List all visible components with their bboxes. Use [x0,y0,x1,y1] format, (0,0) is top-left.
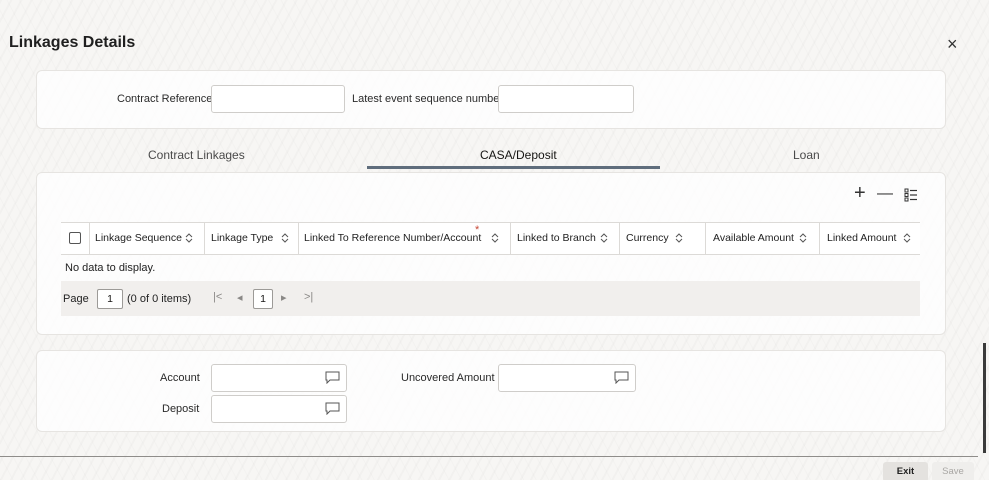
col-available-amount[interactable]: Available Amount [713,223,794,254]
column-separator [705,223,706,254]
latest-event-seq-label: Latest event sequence number [352,93,504,105]
items-count: (0 of 0 items) [127,293,192,305]
deposit-field[interactable] [211,395,347,423]
first-page-icon[interactable]: |< [213,291,222,303]
lov-icon[interactable] [325,402,340,415]
column-separator [510,223,511,254]
latest-event-seq-field[interactable] [498,85,634,113]
remove-row-icon[interactable]: — [877,184,893,204]
sort-icon[interactable] [903,233,911,243]
contract-reference-label: Contract Reference [117,93,213,105]
required-marker: * [475,224,480,236]
account-field[interactable] [211,364,347,392]
bottom-panel [36,350,946,432]
column-separator [298,223,299,254]
sort-icon[interactable] [281,233,289,243]
account-label: Account [160,372,200,384]
add-row-icon[interactable]: + [854,183,866,203]
col-linked-to-branch[interactable]: Linked to Branch [517,223,596,254]
list-columns-icon[interactable] [904,188,918,207]
col-linked-amount[interactable]: Linked Amount [827,223,896,254]
prev-page-icon[interactable]: ◂ [237,291,243,304]
tab-contract-linkages[interactable]: Contract Linkages [148,148,245,162]
col-linked-to-reference[interactable]: Linked To Reference Number/Account [304,223,481,254]
col-linkage-sequence[interactable]: Linkage Sequence [95,223,182,254]
grid-empty-message: No data to display. [65,262,156,274]
column-separator [204,223,205,254]
tab-casa-deposit[interactable]: CASA/Deposit [480,148,557,162]
lov-icon[interactable] [614,371,629,384]
close-icon[interactable]: × [947,35,958,53]
column-separator [619,223,620,254]
sort-icon[interactable] [185,233,193,243]
uncovered-amount-label: Uncovered Amount [401,372,495,384]
sort-icon[interactable] [675,233,683,243]
grid-pager: Page 1 (0 of 0 items) |< ◂ 1 ▸ >| [61,281,920,316]
footer-divider [0,456,978,457]
select-all-checkbox[interactable] [69,232,81,244]
col-currency[interactable]: Currency [626,223,669,254]
scrollbar-thumb[interactable] [983,343,986,453]
last-page-icon[interactable]: >| [304,291,313,303]
uncovered-amount-field[interactable] [498,364,636,392]
sort-icon[interactable] [491,233,499,243]
col-linkage-type[interactable]: Linkage Type [211,223,273,254]
save-button[interactable]: Save [932,462,974,480]
linkages-dialog: Linkages Details × Contract Reference La… [0,0,989,480]
lov-icon[interactable] [325,371,340,384]
column-separator [89,223,90,254]
next-page-icon[interactable]: ▸ [281,291,287,304]
sort-icon[interactable] [600,233,608,243]
tab-loan[interactable]: Loan [793,148,820,162]
dialog-title: Linkages Details [9,34,136,51]
exit-button[interactable]: Exit [883,462,928,480]
sort-icon[interactable] [799,233,807,243]
column-separator [819,223,820,254]
contract-reference-field[interactable] [211,85,345,113]
page-label: Page [63,293,89,305]
current-page-button[interactable]: 1 [253,289,273,309]
deposit-label: Deposit [162,403,200,415]
page-number-input[interactable]: 1 [97,289,123,309]
active-tab-indicator [367,166,660,169]
grid-header: Linkage Sequence Linkage Type Linked To … [61,222,920,255]
